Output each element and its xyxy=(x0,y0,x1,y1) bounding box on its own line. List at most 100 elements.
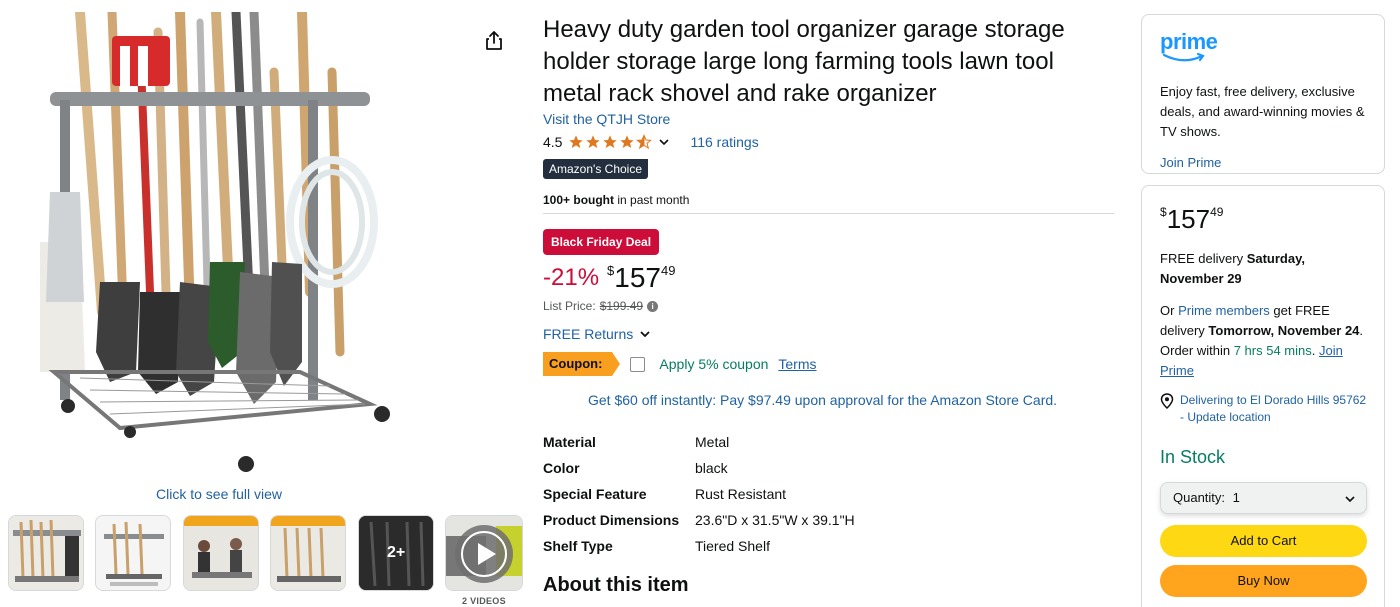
thumbnail-strip: 2+ 2 VIDEOS xyxy=(8,515,523,607)
thumbnail-3[interactable] xyxy=(183,515,259,591)
delivery-location-link[interactable]: Delivering to El Dorado Hills 95762 - Up… xyxy=(1160,392,1370,426)
fastest-text-1: Or xyxy=(1160,303,1179,318)
list-price: List Price: $199.49 i xyxy=(543,299,659,313)
location-pin-icon xyxy=(1160,393,1174,409)
prime-promo-box: prime Enjoy fast, free delivery, exclusi… xyxy=(1141,14,1385,174)
price-whole: 157 xyxy=(614,262,661,293)
product-title: Heavy duty garden tool organizer garage … xyxy=(543,16,1065,107)
buy-box: $ 157 49 FREE delivery Saturday, Novembe… xyxy=(1141,185,1385,607)
order-within-countdown: 7 hrs 54 mins xyxy=(1233,343,1312,358)
thumbnail-image xyxy=(184,516,258,590)
rating-row: 4.5 116 ratings xyxy=(543,132,759,152)
rating-value: 4.5 xyxy=(543,134,563,150)
share-icon[interactable] xyxy=(483,30,505,52)
spec-key: Shelf Type xyxy=(543,538,613,554)
bought-in-past-month: 100+ bought in past month xyxy=(543,193,689,207)
store-link[interactable]: Visit the QTJH Store xyxy=(543,111,670,127)
about-this-item-heading: About this item xyxy=(543,574,689,596)
prime-description: Enjoy fast, free delivery, exclusive dea… xyxy=(1160,84,1365,139)
delivery-location-text: Delivering to El Dorado Hills 95762 - Up… xyxy=(1180,393,1367,424)
chevron-down-icon[interactable] xyxy=(658,136,670,148)
product-specs-table: Material Metal Color black Special Feature… xyxy=(543,429,1103,559)
price-fraction: 49 xyxy=(660,263,676,278)
prime-logo: prime xyxy=(1160,29,1218,62)
thumbnail-more[interactable]: 2+ xyxy=(358,515,434,591)
quantity-dropdown[interactable]: Quantity: 1 xyxy=(1160,482,1367,514)
add-to-cart-button[interactable]: Add to Cart xyxy=(1160,525,1367,557)
spec-key: Special Feature xyxy=(543,486,647,502)
prime-logo-text: prime xyxy=(1160,29,1218,54)
chevron-down-icon xyxy=(640,331,650,338)
share-icon-glyph xyxy=(486,31,502,50)
discount-percentage: -21% xyxy=(543,264,600,291)
free-returns-link[interactable]: FREE Returns xyxy=(543,326,651,342)
chevron-down-icon xyxy=(1345,496,1355,503)
stock-status: In Stock xyxy=(1160,447,1226,467)
prime-members-link[interactable]: Prime members xyxy=(1178,303,1270,318)
price-currency: $ xyxy=(607,263,615,278)
spec-row: Material Metal xyxy=(543,429,1103,455)
spec-row: Product Dimensions 23.6"D x 31.5"W x 39.1… xyxy=(543,507,1103,533)
play-icon xyxy=(455,525,513,583)
star-icon xyxy=(586,135,601,148)
join-prime-link[interactable]: Join Prime xyxy=(1160,155,1221,170)
thumbnail-1[interactable] xyxy=(8,515,84,591)
thumbnail-image xyxy=(271,516,345,590)
more-images-label: 2+ xyxy=(387,544,406,561)
buybox-price: $ 157 49 xyxy=(1160,204,1223,234)
star-icon xyxy=(603,135,618,148)
quantity-label: Quantity: xyxy=(1173,490,1226,505)
fastest-delivery-info: Or Prime members get FREE delivery Tomor… xyxy=(1160,301,1372,381)
video-thumbnail[interactable] xyxy=(445,515,523,591)
amazons-choice-badge[interactable]: Amazon's Choice xyxy=(543,159,648,179)
thumbnail-4[interactable] xyxy=(270,515,346,591)
coupon-checkbox[interactable] xyxy=(630,356,646,372)
free-returns-label: FREE Returns xyxy=(543,326,634,342)
videos-count-label: 2 VIDEOS xyxy=(462,596,506,606)
spec-row: Shelf Type Tiered Shelf xyxy=(543,533,1103,559)
coupon-terms-link[interactable]: Terms xyxy=(778,356,816,372)
buy-now-button[interactable]: Buy Now xyxy=(1160,565,1367,597)
store-card-offer-link[interactable]: Get $60 off instantly: Pay $97.49 upon a… xyxy=(588,392,1057,408)
coupon-badge: Coupon: xyxy=(543,352,621,376)
buybox-price-currency: $ xyxy=(1160,205,1167,219)
info-icon[interactable]: i xyxy=(647,300,659,312)
star-icon xyxy=(620,135,635,148)
delivery-prefix: FREE delivery xyxy=(1160,251,1247,266)
fastest-text-4: . xyxy=(1311,343,1319,358)
thumbnail-image xyxy=(96,516,170,590)
spec-key: Product Dimensions xyxy=(543,512,680,528)
spec-key: Color xyxy=(543,460,580,476)
spec-key: Material xyxy=(543,434,596,450)
black-friday-deal-badge: Black Friday Deal xyxy=(543,229,660,255)
list-price-label: List Price: xyxy=(543,299,596,313)
star-icon xyxy=(569,135,584,148)
thumbnail-image xyxy=(9,516,83,590)
prime-smile-icon xyxy=(1162,53,1205,62)
spec-value: Tiered Shelf xyxy=(695,538,770,554)
spec-value: black xyxy=(695,460,728,476)
spec-value: Rust Resistant xyxy=(695,486,787,502)
main-product-image[interactable] xyxy=(40,7,420,480)
thumbnail-2[interactable] xyxy=(95,515,171,591)
buybox-price-fraction: 49 xyxy=(1210,205,1224,219)
spec-row: Special Feature Rust Resistant xyxy=(543,481,1103,507)
spec-value: Metal xyxy=(695,434,730,450)
ratings-count-link[interactable]: 116 ratings xyxy=(690,134,758,150)
price-row: -21% $ 157 49 xyxy=(543,262,675,294)
fastest-date: Tomorrow, November 24 xyxy=(1208,323,1360,338)
half-star-icon xyxy=(636,134,653,150)
tool-rack-image xyxy=(40,7,390,472)
bought-suffix: in past month xyxy=(614,193,690,207)
spec-row: Color black xyxy=(543,455,1103,481)
click-full-view-link[interactable]: Click to see full view xyxy=(156,486,282,502)
bought-count: 100+ bought xyxy=(543,193,615,207)
quantity-value: 1 xyxy=(1232,490,1240,505)
apply-coupon-label[interactable]: Apply 5% coupon xyxy=(659,356,768,372)
list-price-value: $199.49 xyxy=(599,299,644,313)
free-delivery-info: FREE delivery Saturday, November 29 xyxy=(1160,249,1370,289)
spec-value: 23.6"D x 31.5"W x 39.1"H xyxy=(695,512,855,528)
star-rating[interactable] xyxy=(568,134,653,150)
coupon-row: Coupon: Apply 5% coupon Terms xyxy=(543,352,817,376)
buybox-price-whole: 157 xyxy=(1166,204,1211,234)
